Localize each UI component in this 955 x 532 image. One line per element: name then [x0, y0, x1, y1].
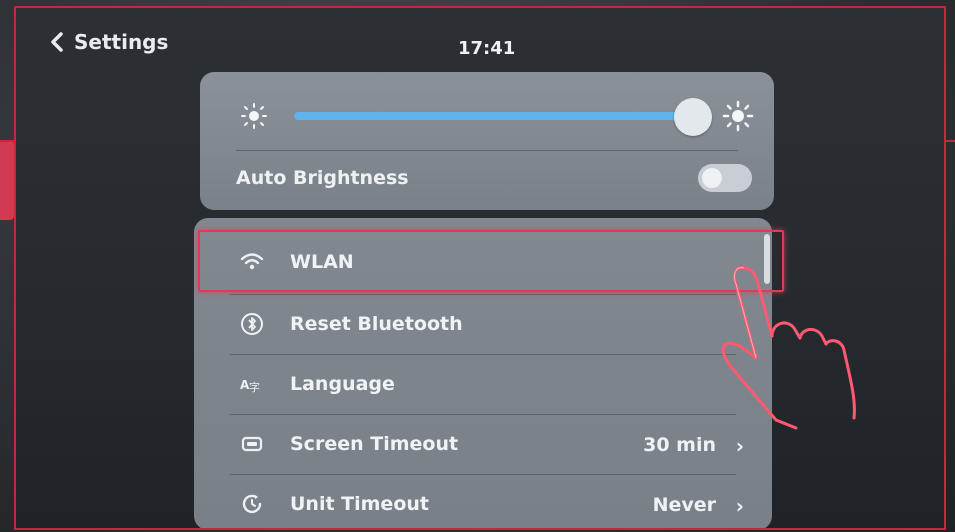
brightness-low-icon: [241, 103, 267, 129]
auto-brightness-label: Auto Brightness: [236, 167, 409, 189]
wlan-highlight-box: [198, 230, 784, 292]
list-item-label: Reset Bluetooth: [290, 313, 463, 335]
list-item-language[interactable]: A 字 Language: [194, 354, 772, 414]
timer-icon: [242, 494, 262, 514]
auto-brightness-toggle[interactable]: [698, 164, 752, 192]
list-item-value: 30 min: [643, 434, 716, 456]
list-item-reset-bluetooth[interactable]: Reset Bluetooth: [194, 294, 772, 354]
photo-side-marker: [0, 140, 14, 220]
svg-text:字: 字: [249, 380, 260, 394]
device-screen: Settings 17:41 Auto Brightness WLAN Rese…: [14, 6, 946, 530]
brightness-divider: [236, 150, 738, 151]
status-time: 17:41: [458, 38, 516, 59]
list-item-unit-timeout[interactable]: Unit Timeout Never ›: [194, 474, 772, 528]
brightness-card: Auto Brightness: [200, 72, 774, 210]
list-item-label: Screen Timeout: [290, 433, 459, 455]
bluetooth-icon: [241, 313, 263, 335]
brightness-slider[interactable]: [294, 112, 684, 120]
photo-guide-line-left: [0, 140, 14, 142]
top-bar: Settings 17:41: [16, 8, 944, 72]
list-item-label: Language: [290, 373, 395, 395]
photo-guide-line-right: [945, 140, 955, 142]
brightness-high-icon: [722, 100, 754, 132]
chevron-left-icon: [51, 32, 63, 52]
list-item-label: Unit Timeout: [290, 493, 429, 515]
list-item-value: Never: [652, 494, 716, 516]
tap-hand-icon: [721, 266, 856, 430]
brightness-slider-handle[interactable]: [674, 98, 712, 136]
back-button[interactable]: Settings: [50, 30, 168, 54]
page-title: Settings: [74, 30, 169, 54]
list-item-screen-timeout[interactable]: Screen Timeout 30 min ›: [194, 414, 772, 474]
screen-icon: [241, 436, 263, 452]
chevron-right-icon: ›: [735, 494, 744, 518]
language-icon: A 字: [240, 378, 260, 394]
